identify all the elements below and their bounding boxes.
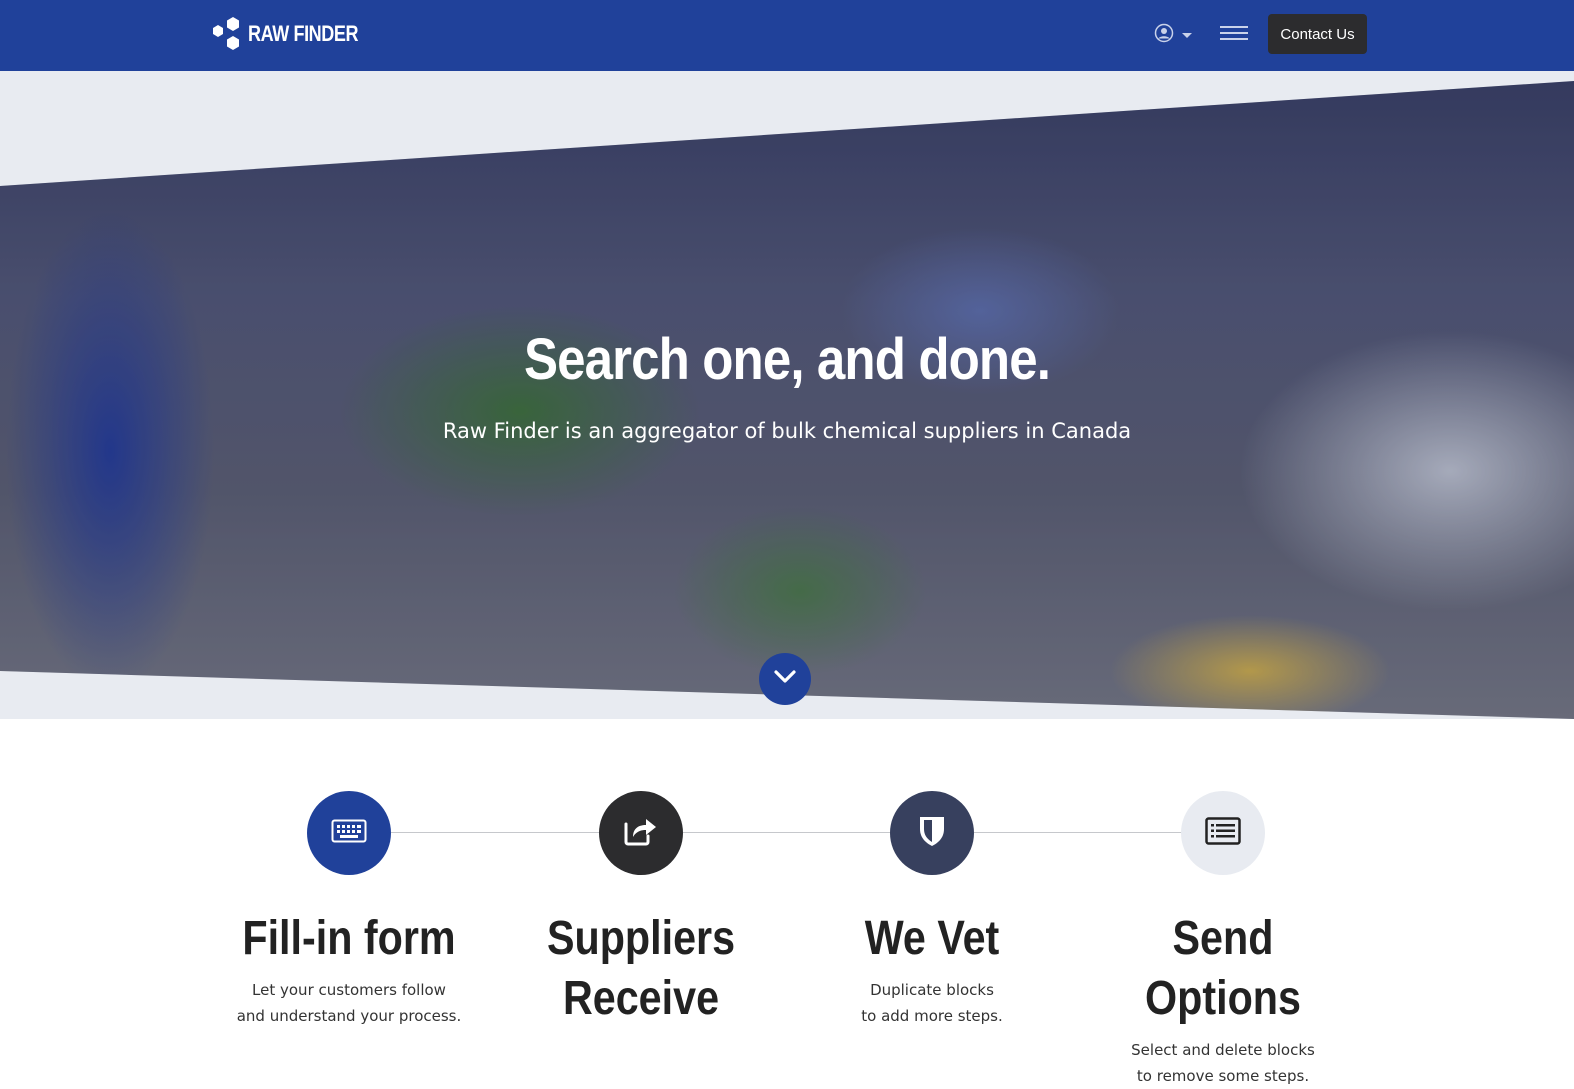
hero-section: Search one, and done. Raw Finder is an a… <box>0 71 1574 719</box>
contact-us-button[interactable]: Contact Us <box>1268 14 1367 54</box>
hero-subtitle: Raw Finder is an aggregator of bulk chem… <box>442 419 1132 443</box>
user-account-dropdown[interactable] <box>1154 23 1196 47</box>
step-title: Suppliers Receive <box>546 912 736 1025</box>
scroll-down-button[interactable] <box>759 653 811 705</box>
hexagon-logo-icon <box>208 16 244 52</box>
brand-logo[interactable]: RAW FINDER <box>208 16 382 52</box>
hero-warehouse-image <box>0 81 1574 719</box>
share-icon <box>623 815 659 851</box>
hamburger-menu-icon[interactable] <box>1220 22 1248 46</box>
hero-title: Search one, and done. <box>523 327 1051 392</box>
step-fill-in-form: Fill-in form Let your customers follow a… <box>204 791 494 1029</box>
step-icon-circle <box>1181 791 1265 875</box>
list-icon <box>1205 817 1241 849</box>
step-suppliers-receive: Suppliers Receive <box>496 791 786 1029</box>
step-we-vet: We Vet Duplicate blocks to add more step… <box>787 791 1077 1029</box>
step-send-options: Send Options Select and delete blocks to… <box>1078 791 1368 1089</box>
user-circle-icon <box>1154 23 1174 47</box>
step-icon-circle <box>307 791 391 875</box>
navbar: RAW FINDER Contact Us <box>0 0 1574 71</box>
step-description: Duplicate blocks to add more steps. <box>861 981 1003 1025</box>
brand-name: RAW FINDER <box>248 21 359 46</box>
step-description: Let your customers follow and understand… <box>236 981 462 1025</box>
keyboard-icon <box>331 819 367 847</box>
chevron-down-icon <box>773 669 797 689</box>
caret-down-icon <box>1182 32 1192 38</box>
step-title: Fill-in form <box>242 912 456 965</box>
shield-icon <box>918 814 946 852</box>
step-icon-circle <box>890 791 974 875</box>
step-icon-circle <box>599 791 683 875</box>
step-title: We Vet <box>864 912 1000 965</box>
process-steps-section: Fill-in form Let your customers follow a… <box>0 719 1574 1085</box>
step-title: Send Options <box>1145 912 1301 1025</box>
step-description: Select and delete blocks to remove some … <box>1131 1041 1315 1085</box>
